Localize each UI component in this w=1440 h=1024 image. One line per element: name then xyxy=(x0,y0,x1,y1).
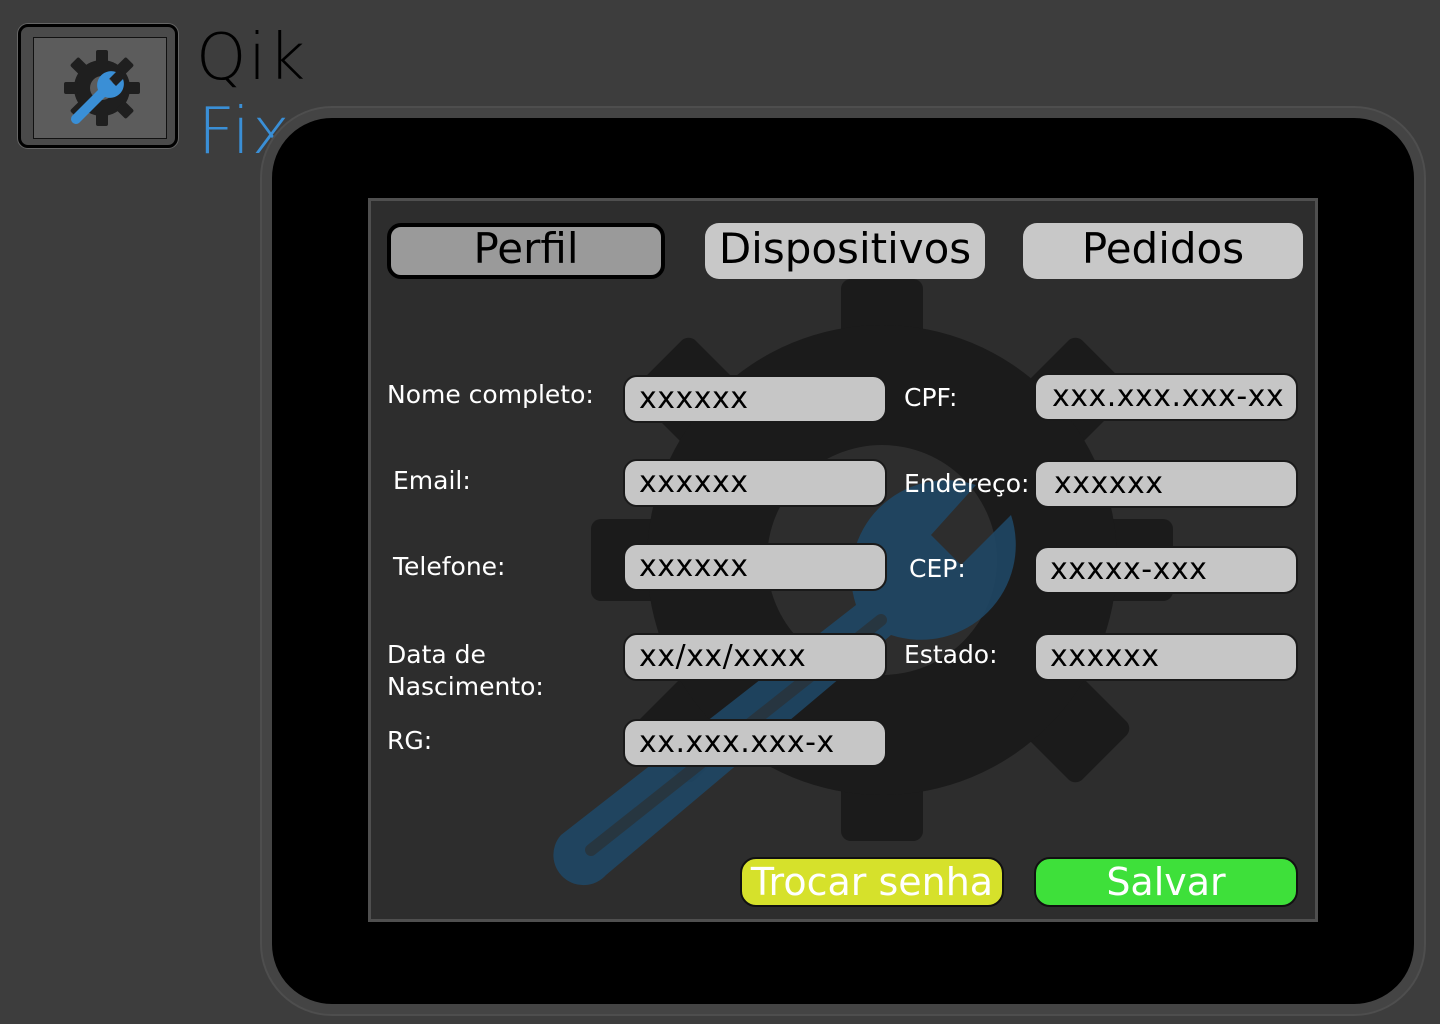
salvar-button[interactable]: Salvar xyxy=(1034,857,1298,907)
trocar-senha-button[interactable]: Trocar senha xyxy=(740,857,1004,907)
rg-field[interactable]: xx.xxx.xxx-x xyxy=(623,719,887,767)
rg-label: RG: xyxy=(387,726,433,755)
cpf-field[interactable]: xxx.xxx.xxx-xx xyxy=(1034,373,1298,421)
tab-pedidos[interactable]: Pedidos xyxy=(1023,223,1303,279)
telefone-label: Telefone: xyxy=(393,552,506,581)
email-label: Email: xyxy=(393,466,471,495)
email-field[interactable]: xxxxxx xyxy=(623,459,887,507)
endereco-field[interactable]: xxxxxx xyxy=(1034,460,1298,508)
nome-label: Nome completo: xyxy=(387,380,594,409)
logo-tile xyxy=(33,37,167,139)
tab-dispositivos[interactable]: Dispositivos xyxy=(705,223,985,279)
nome-field[interactable]: xxxxxx xyxy=(623,375,887,423)
cep-field[interactable]: xxxxx-xxx xyxy=(1034,546,1298,594)
endereco-label: Endereço: xyxy=(904,469,1030,498)
telefone-field[interactable]: xxxxxx xyxy=(623,543,887,591)
estado-label: Estado: xyxy=(904,640,998,669)
tab-perfil[interactable]: Perfil xyxy=(387,223,665,279)
nascimento-label-line1: Data de xyxy=(387,640,486,669)
gear-wrench-watermark-icon xyxy=(553,279,1173,886)
profile-screen: Perfil Dispositivos Pedidos Nome complet… xyxy=(368,198,1318,922)
nascimento-field[interactable]: xx/xx/xxxx xyxy=(623,633,887,681)
cpf-label: CPF: xyxy=(904,383,958,412)
estado-field[interactable]: xxxxxx xyxy=(1034,633,1298,681)
app-logo xyxy=(18,24,178,148)
nascimento-label-line2: Nascimento: xyxy=(387,672,544,701)
gear-wrench-icon xyxy=(64,50,140,126)
brand-name-line1: Qik xyxy=(196,21,308,95)
cep-label: CEP: xyxy=(909,554,966,583)
